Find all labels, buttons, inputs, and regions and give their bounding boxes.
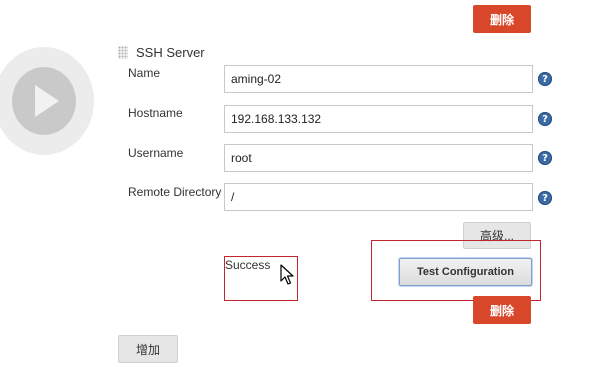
username-input[interactable] [224, 144, 533, 172]
name-label: Name [128, 66, 161, 80]
hostname-label: Hostname [128, 106, 183, 120]
add-button[interactable]: 增加 [118, 335, 178, 363]
hostname-input[interactable] [224, 105, 533, 133]
help-icon-hostname[interactable]: ? [538, 112, 552, 126]
help-icon-username[interactable]: ? [538, 151, 552, 165]
remote-directory-label: Remote Directory [128, 185, 222, 199]
drag-handle-icon[interactable] [118, 46, 128, 59]
delete-button-top[interactable]: 删除 [473, 5, 531, 33]
help-icon-remote-directory[interactable]: ? [538, 191, 552, 205]
play-icon[interactable] [35, 85, 59, 117]
section-title: SSH Server [136, 45, 205, 60]
username-label: Username [128, 146, 184, 160]
help-icon-name[interactable]: ? [538, 72, 552, 86]
test-configuration-button[interactable]: Test Configuration [399, 258, 532, 286]
mouse-cursor-icon [280, 264, 294, 285]
name-input[interactable] [224, 65, 533, 93]
remote-directory-input[interactable] [224, 183, 533, 211]
delete-button-bottom[interactable]: 删除 [473, 296, 531, 324]
